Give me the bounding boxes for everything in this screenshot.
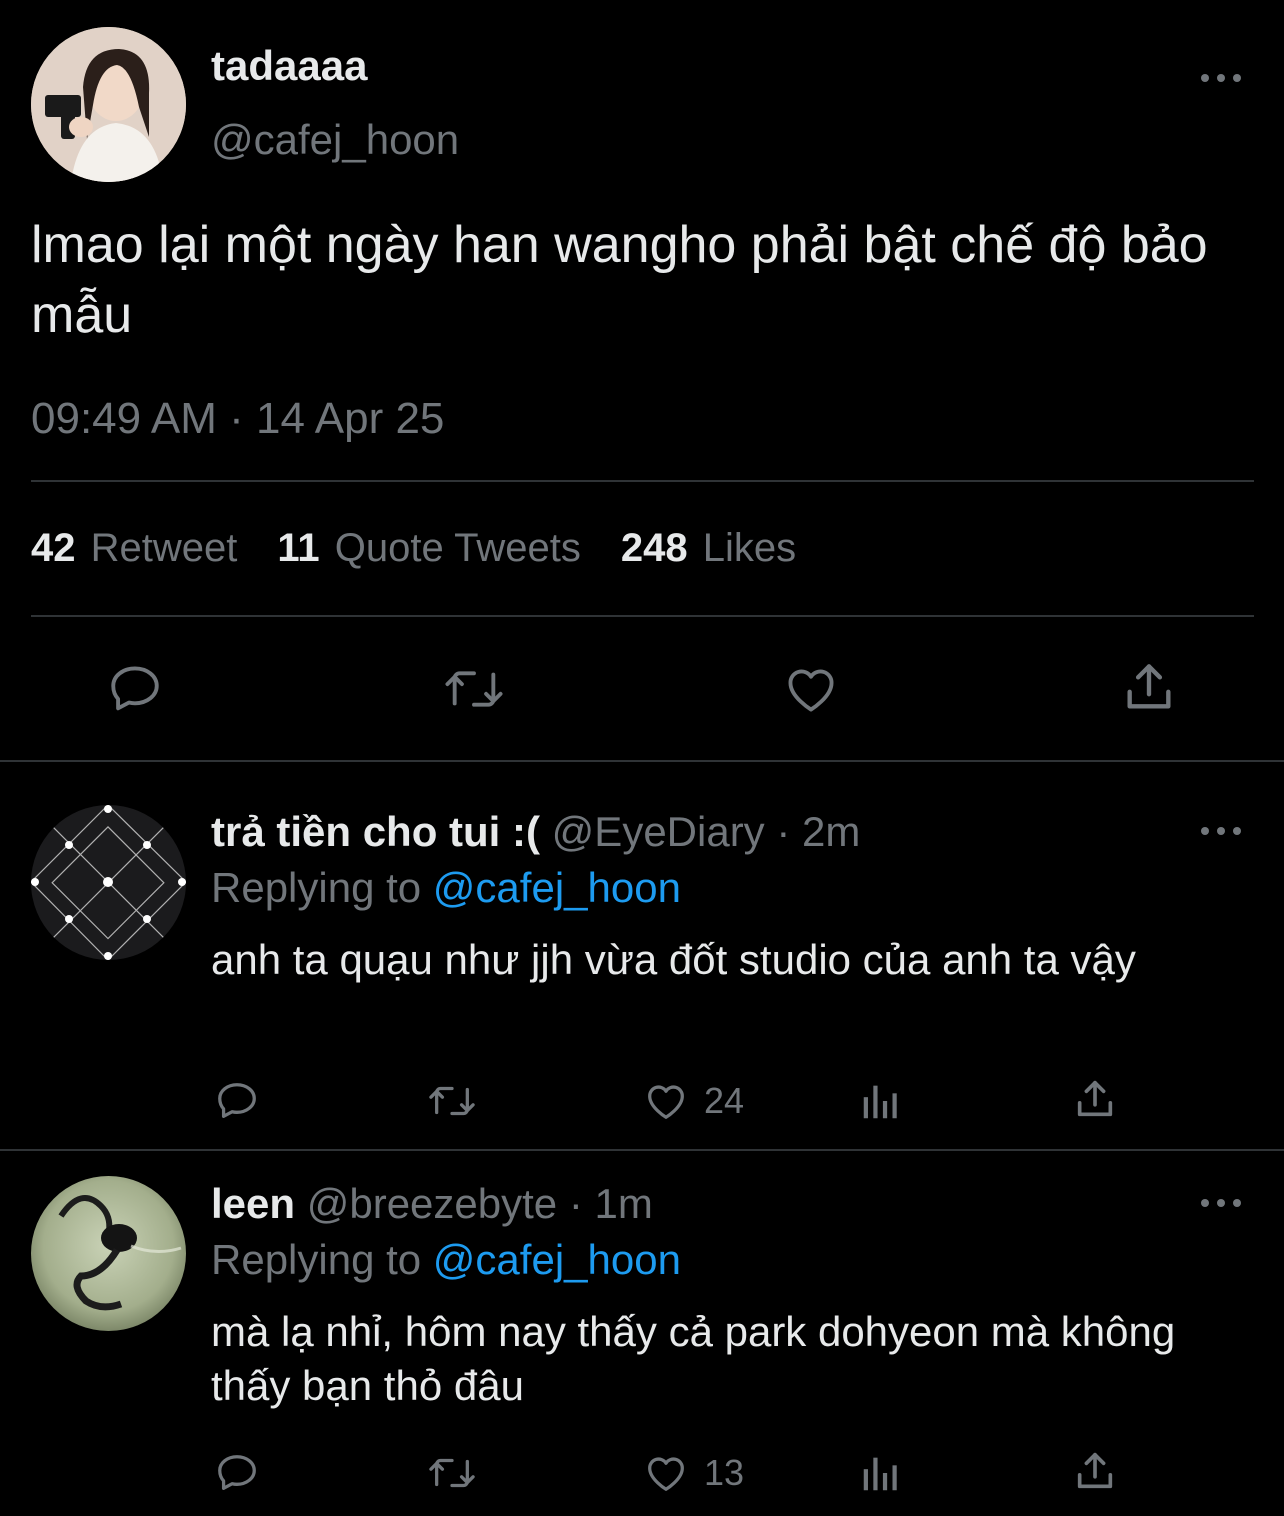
retweet-icon[interactable] xyxy=(425,1450,479,1496)
likes-count: 248 xyxy=(620,526,688,570)
quote-stat[interactable]: 11 Quote Tweets xyxy=(277,526,581,571)
replying-to: Replying to @cafej_hoon xyxy=(211,864,681,912)
more-options-icon[interactable] xyxy=(1201,825,1241,837)
reply-time: 2m xyxy=(802,808,861,855)
reply-avatar[interactable] xyxy=(31,805,186,960)
reply-icon[interactable] xyxy=(214,1078,260,1124)
like-icon[interactable] xyxy=(781,660,841,718)
replying-to: Replying to @cafej_hoon xyxy=(211,1236,681,1284)
reply-avatar[interactable] xyxy=(31,1176,186,1331)
replying-mention[interactable]: @cafej_hoon xyxy=(433,864,681,911)
like-count: 13 xyxy=(704,1452,745,1493)
tweet-stats: 42 Retweet 11 Quote Tweets 248 Likes xyxy=(31,526,836,571)
reply-icon[interactable] xyxy=(214,1450,260,1496)
share-icon[interactable] xyxy=(1072,1076,1118,1122)
tweet-thread: tadaaaa @cafej_hoon lmao lại một ngày ha… xyxy=(0,0,1284,1516)
author-display-name[interactable]: tadaaaa xyxy=(211,42,367,90)
more-options-icon[interactable] xyxy=(1201,1197,1241,1209)
reply-display-name[interactable]: leen xyxy=(211,1180,295,1227)
reply-handle[interactable]: @EyeDiary xyxy=(552,808,765,855)
analytics-icon[interactable] xyxy=(858,1078,904,1124)
divider xyxy=(31,615,1254,617)
tweet-text: lmao lại một ngày han wangho phải bật ch… xyxy=(31,216,1208,344)
like-icon[interactable] xyxy=(642,1078,690,1124)
retweet-stat[interactable]: 42 Retweet xyxy=(31,526,237,571)
reply-display-name[interactable]: trả tiền cho tui :( xyxy=(211,808,540,855)
reply-time: 1m xyxy=(594,1180,653,1227)
divider xyxy=(0,760,1284,762)
separator-dot: · xyxy=(776,808,791,855)
likes-stat[interactable]: 248 Likes xyxy=(621,526,796,571)
replying-mention[interactable]: @cafej_hoon xyxy=(433,1236,681,1283)
retweet-icon[interactable] xyxy=(442,660,506,718)
reply-text: mà lạ nhỉ, hôm nay thấy cả park dohyeon … xyxy=(211,1308,1176,1409)
separator-dot: · xyxy=(568,1180,583,1227)
like-icon[interactable] xyxy=(642,1450,690,1496)
tweet-timestamp: 09:49 AM · 14 Apr 25 xyxy=(31,394,445,443)
share-icon[interactable] xyxy=(1072,1448,1118,1494)
share-icon[interactable] xyxy=(1120,658,1178,716)
replying-prefix: Replying to xyxy=(211,1236,422,1283)
like-count: 24 xyxy=(704,1080,745,1121)
replying-prefix: Replying to xyxy=(211,864,422,911)
divider xyxy=(0,1149,1284,1151)
author-avatar[interactable] xyxy=(31,27,186,182)
reply-text: anh ta quạu như jjh vừa đốt studio của a… xyxy=(211,936,1136,983)
more-options-icon[interactable] xyxy=(1201,72,1241,84)
retweet-icon[interactable] xyxy=(425,1078,479,1124)
author-handle[interactable]: @cafej_hoon xyxy=(211,116,459,164)
retweet-count: 42 xyxy=(31,526,76,570)
reply-handle[interactable]: @breezebyte xyxy=(307,1180,557,1227)
reply-header: trả tiền cho tui :( @EyeDiary · 2m xyxy=(211,808,860,856)
reply-header: leen @breezebyte · 1m xyxy=(211,1180,653,1228)
divider xyxy=(31,480,1254,482)
quote-count: 11 xyxy=(277,526,320,570)
reply-icon[interactable] xyxy=(106,660,164,718)
likes-label: Likes xyxy=(702,526,797,570)
retweet-label: Retweet xyxy=(90,526,238,570)
analytics-icon[interactable] xyxy=(858,1450,904,1496)
quote-label: Quote Tweets xyxy=(334,526,581,570)
